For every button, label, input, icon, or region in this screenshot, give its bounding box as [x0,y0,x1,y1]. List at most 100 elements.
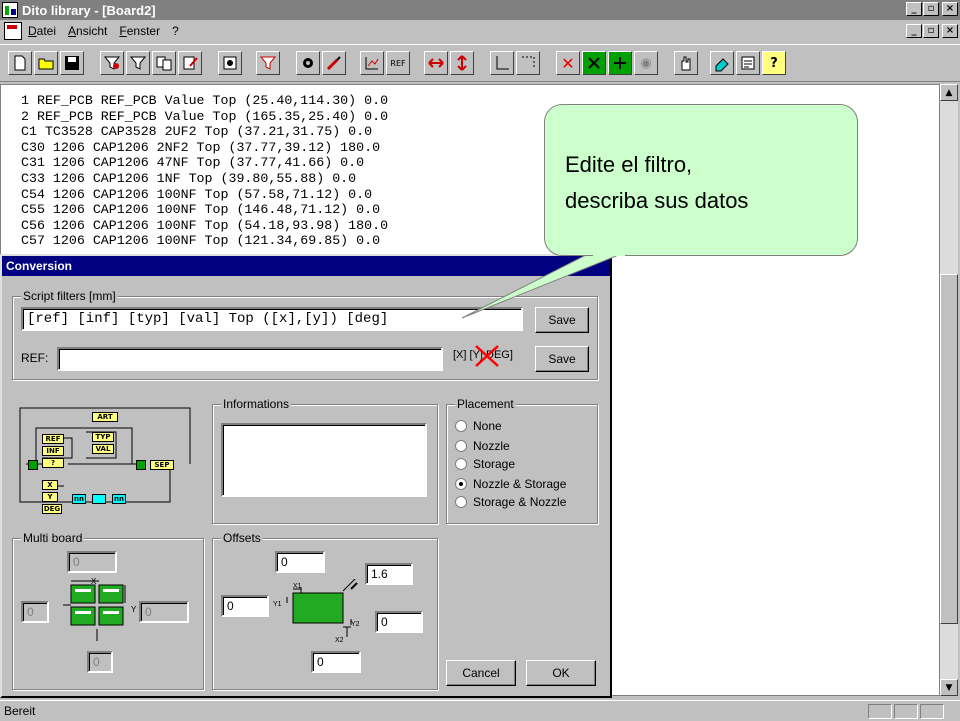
new-file-button[interactable] [8,51,32,75]
open-file-button[interactable] [34,51,58,75]
scroll-down-button[interactable]: ▼ [940,679,958,696]
callout-pointer-joint [593,250,625,256]
radio-dot [455,458,467,470]
placement-nozzle-radio[interactable]: Nozzle [455,439,510,453]
offset-thickness-input[interactable]: 1.6 [365,563,413,585]
multi-board-group: Multi board 0 0 0 0 X Y [12,531,204,690]
radio-label: Storage & Nozzle [473,495,567,509]
radio-dot [455,420,467,432]
offset-right-input[interactable]: 0 [375,611,423,633]
offset-left-input[interactable]: 0 [221,595,269,617]
doc-minimize-button[interactable]: _ [906,24,922,38]
eye-button[interactable]: ◉ [634,51,658,75]
tool-4-button[interactable] [178,51,202,75]
tool-7-button[interactable] [296,51,320,75]
floppy-icon [65,56,79,70]
vertical-arrows-icon [457,55,467,71]
multi-board-left-input[interactable]: 0 [21,601,49,623]
tool-8-button[interactable] [322,51,346,75]
diagram-val: VAL [92,444,114,454]
save-file-button[interactable] [60,51,84,75]
notes-button[interactable] [736,51,760,75]
multi-board-right-input[interactable]: 0 [139,601,189,623]
r1-button[interactable] [582,51,606,75]
tool-9-button[interactable] [360,51,384,75]
help-button[interactable]: ? [762,51,786,75]
axis-2-button[interactable] [516,51,540,75]
menu-ansicht[interactable]: Ansicht [68,24,107,38]
eraser-icon [715,58,729,72]
vertical-arrows-button[interactable] [450,51,474,75]
ref-button[interactable]: REF [386,51,410,75]
status-panel-1 [868,704,892,719]
doc-restore-button[interactable]: ▫ [923,24,939,38]
code-line: 1 REF_PCB REF_PCB Value Top (25.40,114.3… [21,93,389,108]
multi-board-top-input[interactable]: 0 [67,551,117,573]
filter-cross-icon [129,56,147,70]
eraser-button[interactable] [710,51,734,75]
cancel-button[interactable]: Cancel [446,660,516,686]
multi-board-bottom-input[interactable]: 0 [87,651,113,673]
save-filter-button[interactable]: Save [535,307,589,333]
doc-close-button[interactable]: × [942,24,958,38]
offsets-label: Offsets [221,531,263,545]
diagram-sep: SEP [150,460,174,470]
vertical-scrollbar[interactable]: ▲ ▼ [940,84,958,696]
informations-textbox[interactable] [221,423,427,497]
status-text: Bereit [4,704,36,718]
pcb-offset-icon [286,579,358,637]
close-button[interactable]: × [942,2,958,16]
delete-button[interactable]: ✕ [556,51,580,75]
radio-dot [455,440,467,452]
placement-storage-nozzle-radio[interactable]: Storage & Nozzle [455,495,566,509]
flow-diagram: ART REF INF ? TYP VAL X Y DEG nn nn SEP [16,402,202,522]
document-icon[interactable] [4,22,22,40]
tool-2-button[interactable] [126,51,150,75]
open-folder-icon [38,58,54,70]
script-filter-input[interactable]: [ref] [inf] [typ] [val] Top ([x],[y]) [d… [21,307,523,331]
callout-text: Edite el filtro, describa sus datos [565,147,748,219]
multi-board-panel-icon [63,580,126,641]
code-line: 2 REF_PCB REF_PCB Value Top (165.35,25.4… [21,108,389,124]
placement-nozzle-storage-radio[interactable]: Nozzle & Storage [455,477,566,491]
minimize-button[interactable]: _ [906,2,922,16]
diagram-inf: INF [42,446,64,456]
scroll-up-button[interactable]: ▲ [940,84,958,101]
diagram-mid-node [136,460,146,470]
dialog-title: Conversion [2,256,610,276]
new-file-icon [14,55,26,71]
multi-board-label: Multi board [21,531,85,545]
horizontal-arrows-icon [428,58,444,68]
menu-fenster[interactable]: Fenster [119,24,160,38]
informations-label: Informations [221,397,292,411]
filter-button[interactable] [256,51,280,75]
r1-icon [588,57,600,69]
app-icon[interactable] [2,2,18,18]
diagram-typ: TYP [92,432,114,442]
menu-help[interactable]: ? [172,24,179,38]
offset-top-input[interactable]: 0 [275,551,325,573]
placement-storage-radio[interactable]: Storage [455,457,515,471]
copy-icon [156,56,172,71]
tool-3-button[interactable] [152,51,176,75]
title-bar: Dito library - [Board2] _ ▫ × [0,0,960,20]
tool-1-button[interactable] [100,51,124,75]
axis-1-button[interactable] [490,51,514,75]
tool-5-button[interactable] [218,51,242,75]
scroll-thumb[interactable] [940,274,958,624]
axis-dashed-icon [522,56,535,69]
conversion-dialog: Conversion Script filters [mm] [ref] [in… [0,254,612,698]
placement-none-radio[interactable]: None [455,419,502,433]
save-ref-button[interactable]: Save [535,346,589,372]
ok-button[interactable]: OK [526,660,596,686]
edit-doc-icon [183,56,198,70]
offset-bottom-input[interactable]: 0 [311,651,361,673]
horizontal-arrows-button[interactable] [424,51,448,75]
hand-button[interactable] [674,51,698,75]
diagram-art: ART [92,412,118,422]
menu-datei[interactable]: Datei [28,24,56,38]
r2-button[interactable] [608,51,632,75]
maximize-button[interactable]: ▫ [923,2,939,16]
ref-input[interactable] [57,347,443,371]
diagram-deg: DEG [42,504,62,514]
